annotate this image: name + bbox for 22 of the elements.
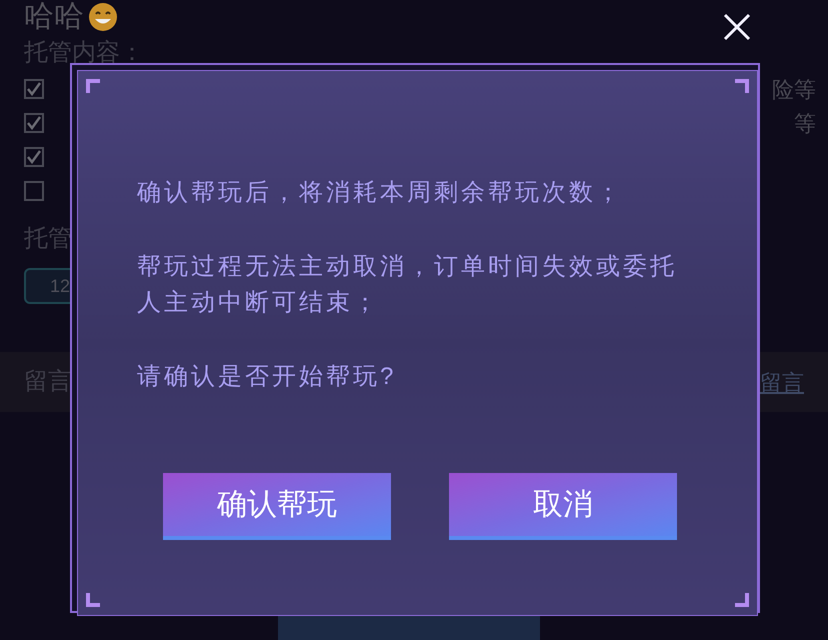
check-icon <box>27 150 41 164</box>
dialog-paragraph: 请确认是否开始帮玩? <box>137 362 398 392</box>
checked-checkbox[interactable] <box>24 79 44 99</box>
check-icon <box>27 82 41 96</box>
close-button[interactable] <box>721 11 753 43</box>
checked-checkbox[interactable] <box>24 147 44 167</box>
title-text: 哈哈 <box>24 2 84 32</box>
checkbox[interactable] <box>24 181 44 201</box>
option-note: 等 <box>794 110 816 138</box>
corner-mark-icon <box>86 79 100 93</box>
check-icon <box>27 116 41 130</box>
close-icon <box>723 13 751 41</box>
corner-mark-icon <box>735 79 749 93</box>
dialog-paragraph: 帮玩过程无法主动取消，订单时间失效或委托人主动中断可结束； <box>137 252 678 318</box>
checked-checkbox[interactable] <box>24 113 44 133</box>
corner-mark-icon <box>735 593 749 607</box>
dialog-paragraph: 确认帮玩后，将消耗本周剩余帮玩次数； <box>137 178 624 208</box>
option-note: 险等 <box>772 76 816 104</box>
confirm-button[interactable]: 确认帮玩 <box>163 473 391 540</box>
corner-mark-icon <box>86 593 100 607</box>
cancel-button[interactable]: 取消 <box>449 473 677 540</box>
smiley-icon <box>88 2 118 32</box>
